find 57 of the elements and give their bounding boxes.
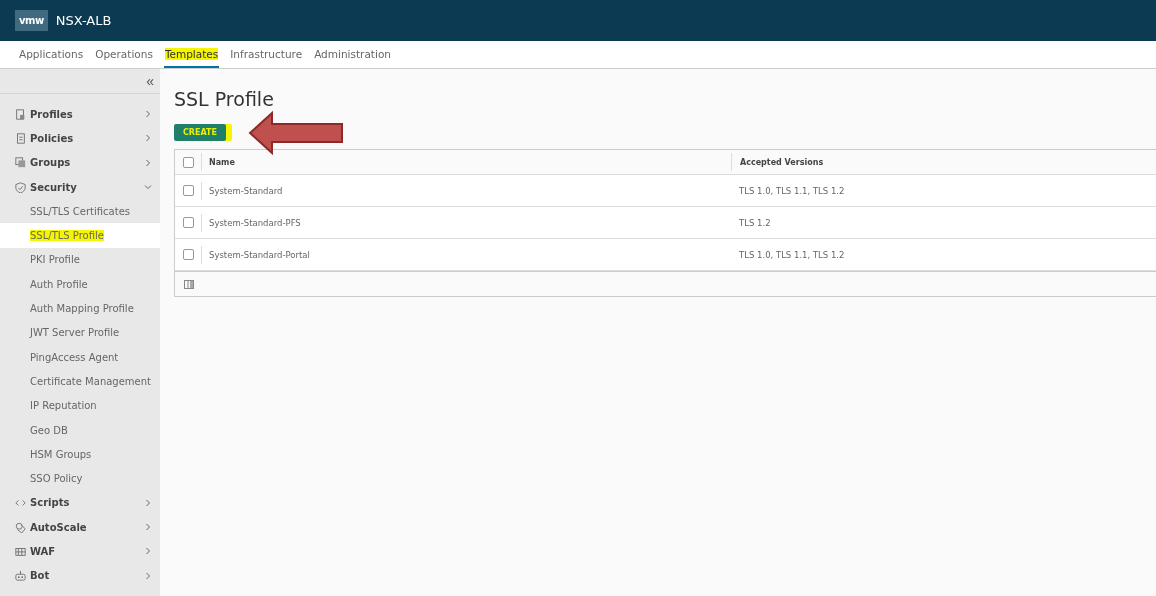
sidebar-item[interactable]: Policies [0,126,160,151]
chevron-icon [144,110,152,119]
row-checkbox[interactable] [183,249,194,260]
sidebar-subitem[interactable]: SSO Policy [0,466,160,491]
select-all-checkbox[interactable] [183,156,194,168]
sidebar-subitem[interactable]: Certificate Management [0,369,160,394]
chevron-icon [144,183,152,192]
sidebar-subitem[interactable]: HSM Groups [0,442,160,467]
nav-tab[interactable]: Infrastructure [229,41,304,68]
sidebar-subitem[interactable]: PKI Profile [0,247,160,273]
table-cell: System-Standard [201,181,731,200]
column-header[interactable]: Name [201,153,731,171]
chevron-icon [144,523,152,532]
column-toggle-icon[interactable] [184,279,194,289]
table-cell: System-Standard-Portal [201,245,731,264]
chevron-icon [144,547,152,556]
sidebar-item[interactable]: Bot [0,563,160,588]
chevron-icon [144,134,152,143]
nav-tab[interactable]: Administration [313,41,392,68]
nav-tab[interactable]: Templates [163,41,220,68]
collapse-button[interactable]: « [140,69,160,93]
section-icon [15,181,26,193]
table-cell: System-Standard-PFS [201,213,731,232]
section-icon [15,132,26,144]
sidebar-subitem[interactable]: Auth Mapping Profile [0,296,160,321]
section-icon [15,570,26,582]
section-icon [15,108,26,120]
app-title: NSX-ALB [55,13,112,28]
sidebar-item[interactable]: Groups [0,150,160,175]
sidebar-item[interactable]: WAF [0,539,160,564]
chevron-icon [144,571,152,580]
section-icon [15,157,26,169]
table-cell-text: TLS 1.0, TLS 1.1, TLS 1.2 [738,249,846,260]
sidebar-subitem[interactable]: SSL/TLS Certificates [0,199,160,224]
logo: vmw [15,10,48,31]
sidebar-item[interactable]: Security [0,174,160,200]
table-cell-text: TLS 1.2 [738,217,772,228]
table-cell-text: TLS 1.0, TLS 1.1, TLS 1.2 [738,185,846,196]
column-header[interactable]: Accepted Versions [731,153,1156,171]
nav-tab[interactable]: Applications [18,41,85,68]
section-icon [15,546,26,557]
sidebar-subitem[interactable]: JWT Server Profile [0,320,160,345]
sidebar-subitem[interactable]: IP Reputation [0,393,160,418]
sidebar-subitem[interactable]: Auth Profile [0,272,160,297]
sidebar-item[interactable]: AutoScale [0,515,160,540]
row-checkbox[interactable] [183,185,194,196]
sidebar-subitem[interactable]: PingAccess Agent [0,344,160,370]
sidebar-subitem[interactable]: SSL/TLS Profile [0,223,160,248]
sidebar-item[interactable]: Profiles [0,102,160,127]
nav-tab[interactable]: Operations [94,41,154,68]
sidebar-item[interactable]: Scripts [0,490,160,516]
chevron-icon [144,158,152,167]
section-icon [15,521,26,533]
sidebar-subitem[interactable]: Geo DB [0,417,160,443]
page-title: SSL Profile [174,88,275,112]
row-checkbox[interactable] [183,217,194,228]
chevron-icon [144,498,152,507]
